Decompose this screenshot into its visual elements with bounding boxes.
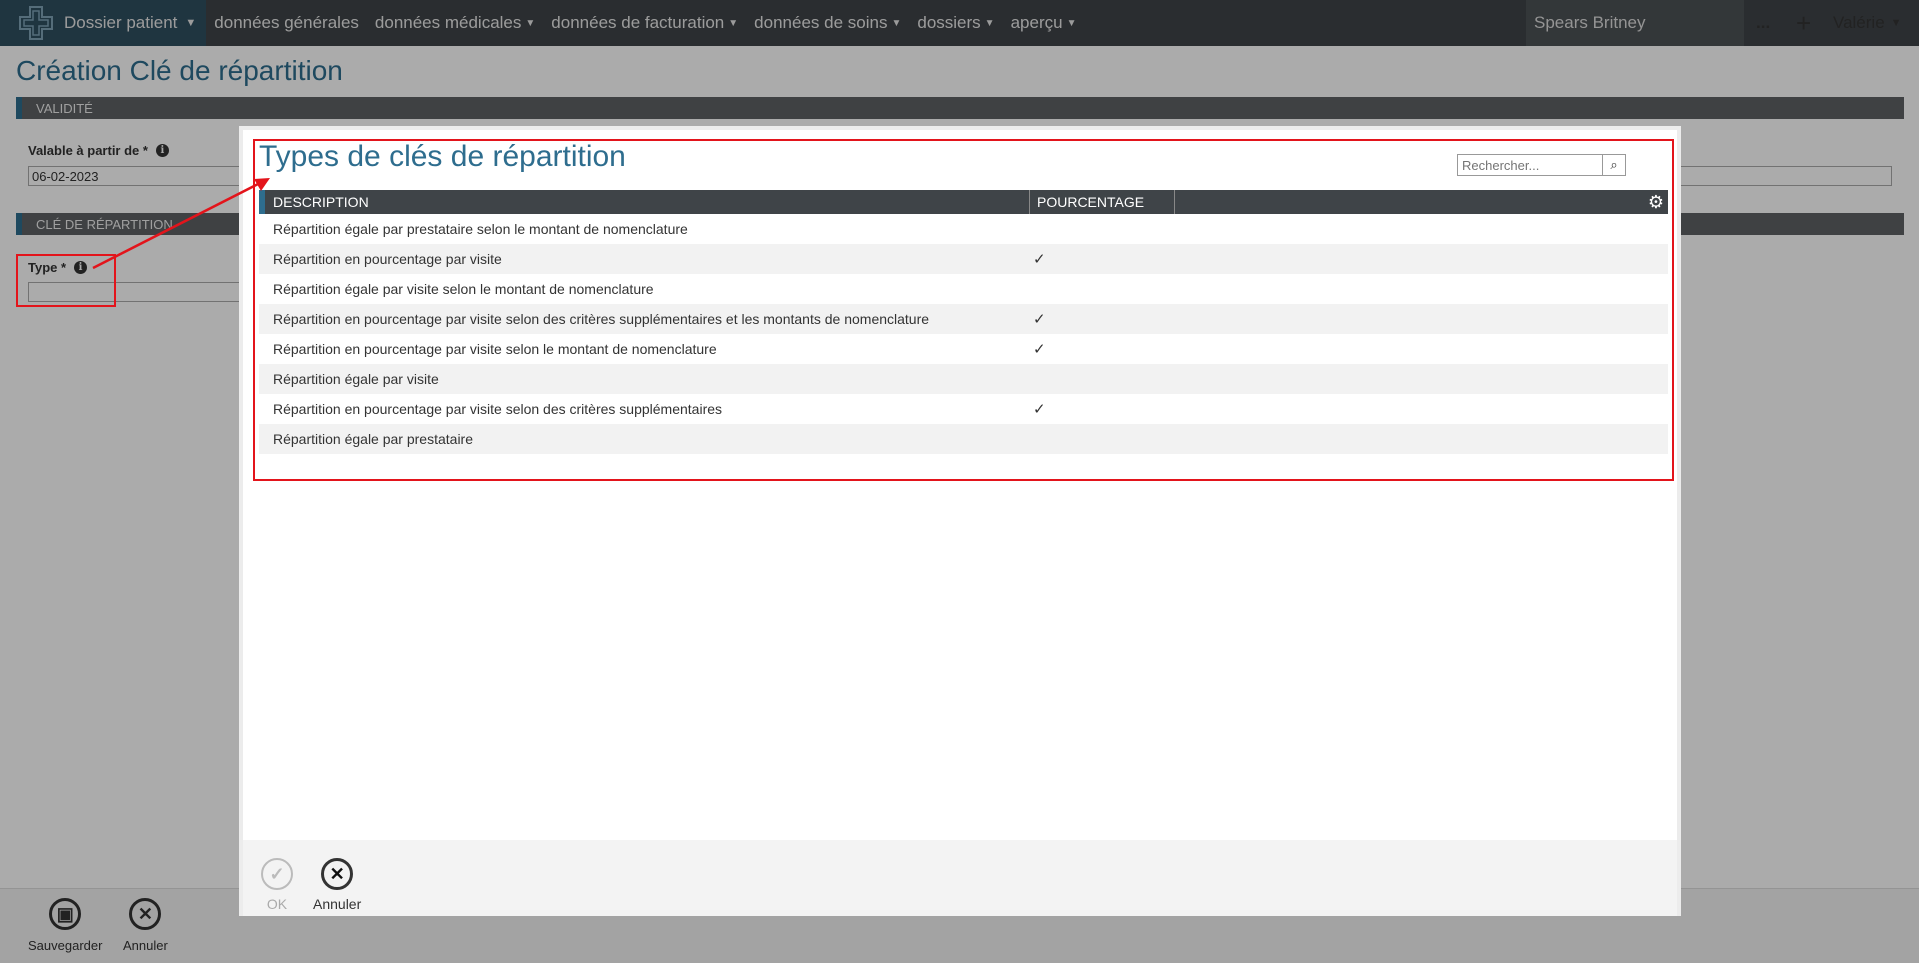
cell-description: Répartition égale par visite selon le mo… <box>273 281 654 297</box>
search-icon[interactable]: ⌕ <box>1602 155 1625 175</box>
table-row[interactable]: Répartition en pourcentage par visite se… <box>259 304 1668 334</box>
cell-percentage: ✓ <box>1033 341 1046 358</box>
distribution-key-types-dialog: Types de clés de répartition ⌕ DESCRIPTI… <box>239 126 1681 916</box>
gear-icon[interactable]: ⚙ <box>1648 192 1664 213</box>
cell-percentage: ✓ <box>1033 401 1046 418</box>
cell-description: Répartition en pourcentage par visite se… <box>273 311 930 327</box>
ok-button[interactable]: ✓ OK <box>261 858 293 912</box>
cell-percentage: ✓ <box>1033 311 1046 328</box>
cell-description: Répartition en pourcentage par visite se… <box>273 401 723 417</box>
table-row[interactable]: Répartition en pourcentage par visite ✓ <box>259 244 1668 274</box>
dialog-title: Types de clés de répartition <box>259 140 626 173</box>
cell-description: Répartition en pourcentage par visite se… <box>273 341 717 357</box>
table-row[interactable]: Répartition égale par visite <box>259 364 1668 394</box>
table-row[interactable]: Répartition en pourcentage par visite se… <box>259 394 1668 424</box>
cell-description: Répartition égale par prestataire selon … <box>273 221 688 237</box>
check-circle-icon: ✓ <box>261 858 293 890</box>
column-header-description[interactable]: DESCRIPTION <box>265 190 1030 214</box>
table-row[interactable]: Répartition égale par prestataire selon … <box>259 214 1668 244</box>
table-row[interactable]: Répartition égale par visite selon le mo… <box>259 274 1668 304</box>
ok-label: OK <box>266 896 288 912</box>
cell-description: Répartition égale par visite <box>273 371 439 387</box>
dialog-footer: ✓ OK ✕ Annuler <box>243 840 1677 916</box>
cell-description: Répartition en pourcentage par visite <box>273 251 502 267</box>
search-input[interactable] <box>1458 156 1602 174</box>
search-box: ⌕ <box>1457 154 1626 176</box>
table-body: Répartition égale par prestataire selon … <box>259 214 1668 454</box>
close-circle-icon: ✕ <box>321 858 354 890</box>
column-header-percentage[interactable]: POURCENTAGE <box>1030 190 1175 214</box>
table-header: DESCRIPTION POURCENTAGE ⚙ <box>259 190 1668 214</box>
cancel-label: Annuler <box>313 896 362 912</box>
cell-percentage: ✓ <box>1033 251 1046 268</box>
distribution-types-table: DESCRIPTION POURCENTAGE ⚙ Répartition ég… <box>259 190 1668 454</box>
table-row[interactable]: Répartition en pourcentage par visite se… <box>259 334 1668 364</box>
table-row[interactable]: Répartition égale par prestataire <box>259 424 1668 454</box>
cell-description: Répartition égale par prestataire <box>273 431 474 447</box>
dialog-content: Types de clés de répartition ⌕ DESCRIPTI… <box>243 130 1677 836</box>
dialog-cancel-button[interactable]: ✕ Annuler <box>313 858 361 912</box>
